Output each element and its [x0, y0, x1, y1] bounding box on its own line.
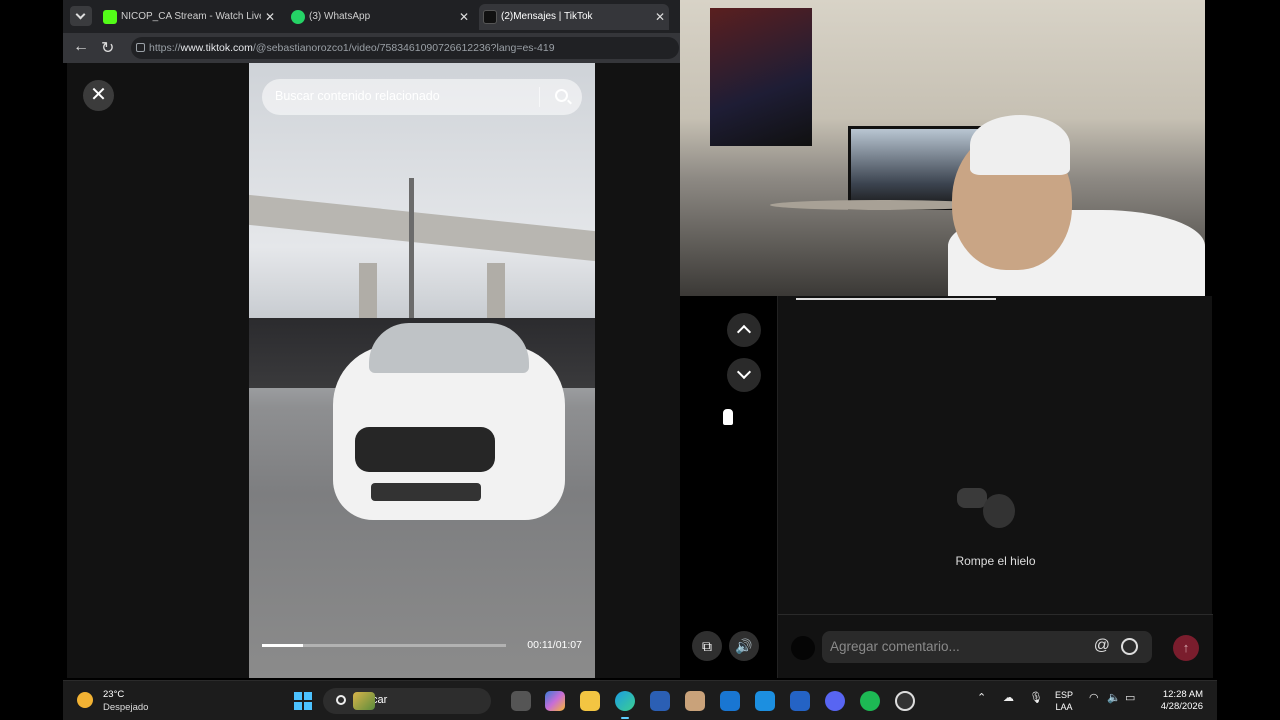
close-tab-icon[interactable]: ✕	[265, 4, 275, 30]
clock-date: 4/28/2026	[1160, 701, 1203, 712]
microsoft-store-icon[interactable]	[650, 691, 670, 711]
language-line-1: ESP	[1055, 690, 1074, 700]
picture-in-picture-icon: ⧉	[702, 638, 712, 654]
webcam-overlay	[680, 0, 1205, 296]
video-frame-pillar	[487, 263, 505, 323]
reload-icon[interactable]: ↻	[101, 38, 114, 58]
tab-whatsapp[interactable]: (3) WhatsApp ✕	[287, 4, 473, 30]
emoji-icon[interactable]	[1121, 638, 1138, 655]
search-icon[interactable]	[555, 89, 568, 102]
video-progress-fill	[262, 644, 304, 647]
url-path: /@sebastianorozco1/video/758346109072661…	[252, 42, 555, 54]
url-prefix: https://	[149, 42, 181, 54]
search-highlight-icon	[353, 692, 375, 710]
url-host: www.tiktok.com	[180, 42, 253, 54]
url-field[interactable]: https://www.tiktok.com/@sebastianorozco1…	[131, 37, 679, 59]
close-tab-icon[interactable]: ✕	[655, 4, 665, 30]
copilot-icon[interactable]	[545, 691, 565, 711]
app-icon[interactable]	[790, 691, 810, 711]
language-line-2: LAA	[1055, 702, 1073, 712]
comment-input[interactable]: Agregar comentario... @	[822, 631, 1152, 663]
weather-temperature: 23°C	[103, 689, 125, 700]
comment-composer: Agregar comentario... @ ↑	[778, 614, 1213, 678]
tab-title: NICOP_CA Stream - Watch Live on	[121, 11, 261, 22]
webcam-poster	[710, 8, 812, 146]
avatar	[791, 636, 815, 660]
search-placeholder: Buscar contenido relacionado	[275, 89, 440, 103]
spotify-icon[interactable]	[860, 691, 880, 711]
close-video-button[interactable]: ✕	[83, 80, 114, 111]
chat-bubbles-icon	[953, 488, 1035, 534]
screen-margin	[1205, 0, 1280, 296]
clock-time: 12:28 AM	[1162, 689, 1203, 700]
app-icon[interactable]	[895, 691, 915, 711]
empty-comments-text: Rompe el hielo	[955, 554, 1036, 568]
windows-taskbar: 23°C Despejado Buscar ⌃ ☁ 🎙 ESP LAA ◠	[63, 680, 1217, 720]
hand-cursor-icon	[722, 408, 734, 426]
tab-title: (3) WhatsApp	[309, 11, 371, 22]
previous-video-button[interactable]	[727, 313, 761, 347]
taskbar-search[interactable]: Buscar	[323, 688, 491, 714]
back-arrow-icon[interactable]: ←	[73, 38, 89, 56]
comments-panel: Rompe el hielo Agregar comentario... @ ↑	[777, 296, 1213, 678]
browser-tab-bar: NICOP_CA Stream - Watch Live on ✕ (3) Wh…	[63, 0, 680, 33]
address-bar-row: ← ↻ https://www.tiktok.com/@sebastianoro…	[63, 33, 680, 63]
tiktok-video-page: ✕ Buscar contenido relacionado 00:11/01:…	[67, 63, 761, 678]
cloud-icon[interactable]: ☁	[1003, 691, 1014, 704]
discord-icon[interactable]	[825, 691, 845, 711]
speaker-icon[interactable]: 🔈	[1107, 691, 1121, 704]
start-button[interactable]	[294, 692, 312, 710]
video-frame-overpass	[249, 194, 595, 262]
divider	[539, 87, 540, 107]
video-frame-light-pole	[409, 178, 414, 328]
close-tab-icon[interactable]: ✕	[459, 4, 469, 30]
editor-icon[interactable]	[720, 691, 740, 711]
wifi-icon[interactable]: ◠	[1089, 691, 1099, 704]
speaker-icon: 🔊	[735, 638, 753, 654]
system-clock[interactable]: 12:28 AM 4/28/2026	[1141, 689, 1203, 713]
video-frame-white-car	[333, 315, 565, 520]
microphone-icon[interactable]: 🎙	[1029, 691, 1043, 704]
chevron-down-icon	[75, 9, 86, 20]
webcam-person-cap	[970, 115, 1070, 175]
moon-icon	[77, 692, 93, 708]
video-frame-pillar	[359, 263, 377, 323]
next-video-button[interactable]	[727, 358, 761, 392]
tab-tiktok-messages[interactable]: (2)Mensajes | TikTok ✕	[479, 4, 669, 30]
close-icon: ✕	[90, 84, 107, 106]
chevron-down-icon	[736, 364, 752, 380]
whatsapp-icon	[291, 10, 305, 24]
send-comment-button[interactable]: ↑	[1173, 635, 1199, 661]
lock-icon	[136, 43, 145, 52]
weather-condition: Despejado	[103, 702, 149, 713]
pip-button[interactable]: ⧉	[692, 631, 722, 661]
battery-icon[interactable]: ▭	[1125, 691, 1135, 704]
comment-placeholder: Agregar comentario...	[830, 639, 960, 654]
volume-button[interactable]: 🔊	[729, 631, 759, 661]
video-timecode: 00:11/01:07	[527, 639, 582, 651]
file-explorer-icon[interactable]	[580, 691, 600, 711]
search-icon	[336, 695, 346, 705]
video-player[interactable]: Buscar contenido relacionado 00:11/01:07	[249, 63, 595, 678]
tab-title: (2)Mensajes | TikTok	[501, 11, 593, 22]
language-indicator[interactable]: ESP LAA	[1055, 689, 1073, 713]
chevron-up-icon	[736, 324, 752, 340]
kick-icon	[103, 10, 117, 24]
app-icon[interactable]	[755, 691, 775, 711]
arrow-up-icon: ↑	[1182, 640, 1190, 655]
edge-browser-icon[interactable]	[615, 691, 635, 719]
tab-actions-menu-button[interactable]	[70, 6, 92, 26]
tab-nicop-stream[interactable]: NICOP_CA Stream - Watch Live on ✕	[99, 4, 279, 30]
comments-tab-indicator	[796, 298, 996, 300]
tiktok-icon	[483, 10, 497, 24]
mention-icon[interactable]: @	[1094, 637, 1110, 655]
task-view-icon[interactable]	[511, 691, 531, 711]
video-progress-bar[interactable]	[262, 644, 506, 647]
app-icon[interactable]	[685, 691, 705, 711]
chevron-up-icon[interactable]: ⌃	[977, 691, 986, 704]
related-content-search[interactable]: Buscar contenido relacionado	[262, 79, 582, 115]
